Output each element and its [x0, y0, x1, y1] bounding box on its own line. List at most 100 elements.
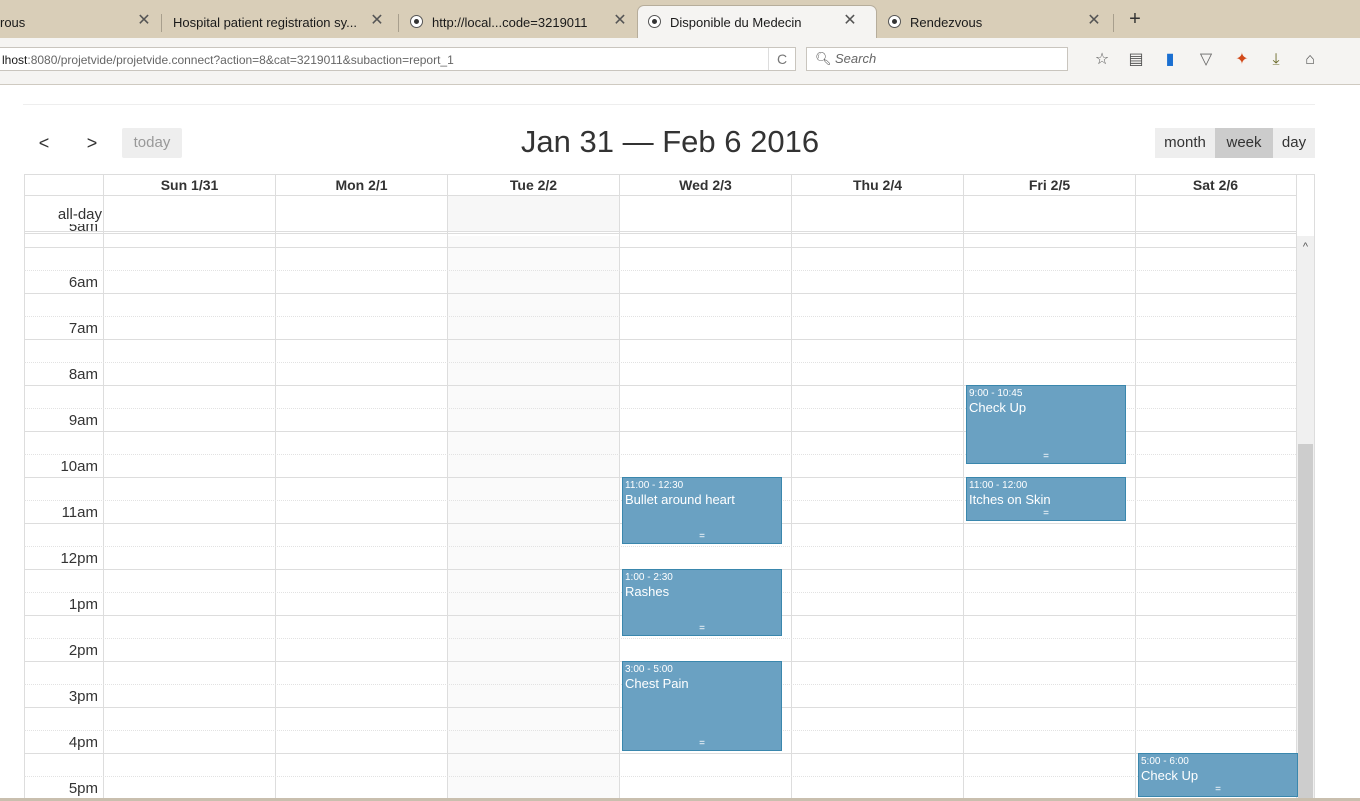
day-header: Thu 2/4	[852, 177, 902, 193]
browser-tab[interactable]: rous ✕	[0, 6, 162, 38]
event-title: Bullet around heart	[625, 492, 735, 507]
globe-icon	[648, 15, 661, 28]
event-time: 3:00 - 5:00	[625, 664, 673, 675]
tab-divider	[1113, 14, 1114, 32]
tab-divider	[398, 14, 399, 32]
resize-handle[interactable]: =	[967, 509, 1125, 519]
header-row-line	[24, 195, 1296, 196]
event-time: 11:00 - 12:00	[969, 480, 1028, 491]
tab-title: http://local...code=3219011	[432, 15, 588, 30]
resize-handle[interactable]: =	[967, 451, 1125, 462]
download-icon[interactable]: ⤓	[1266, 50, 1286, 70]
pocket-icon[interactable]: ▽	[1196, 50, 1216, 70]
reload-icon[interactable]: C	[768, 48, 795, 70]
search-input[interactable]: 🔍︎ Search	[806, 47, 1068, 71]
event-title: Itches on Skin	[969, 492, 1051, 507]
calendar-event[interactable]: 9:00 - 10:45 Check Up =	[966, 385, 1126, 464]
next-week-button[interactable]: >	[72, 128, 112, 158]
event-title: Rashes	[625, 584, 670, 599]
browser-nav-bar: lhost:8080/projetvide/projetvide.connect…	[0, 38, 1360, 85]
search-placeholder: Search	[835, 51, 877, 66]
allday-row-line	[24, 233, 1296, 234]
time-label: 9am	[68, 412, 98, 429]
half-hour-line	[24, 546, 1296, 548]
day-header: Mon 2/1	[335, 177, 388, 193]
tab-divider	[161, 14, 162, 32]
today-allday-cell[interactable]	[448, 196, 619, 231]
time-label: 7am	[68, 320, 98, 337]
half-hour-line	[24, 638, 1296, 640]
addon-icon[interactable]: ✦	[1232, 50, 1252, 70]
resize-handle[interactable]: =	[1139, 785, 1297, 795]
today-button[interactable]: today	[122, 128, 182, 158]
time-label: 10am	[60, 458, 98, 475]
browser-tab[interactable]: Rendezvous ✕	[880, 6, 1114, 38]
hour-line	[24, 247, 1296, 248]
day-header: Sat 2/6	[1192, 177, 1239, 193]
close-icon[interactable]: ✕	[369, 11, 385, 31]
resize-handle[interactable]: =	[623, 532, 781, 542]
event-time: 11:00 - 12:30	[625, 480, 684, 491]
resize-handle[interactable]: =	[623, 624, 781, 634]
half-hour-line	[24, 776, 1296, 778]
time-label: 2pm	[68, 642, 98, 659]
database-icon[interactable]: ▮	[1160, 50, 1180, 70]
tab-title: Hospital patient registration sy...	[173, 15, 358, 30]
tab-title: rous	[0, 15, 26, 30]
half-hour-line	[24, 362, 1296, 364]
browser-tab[interactable]: Hospital patient registration sy... ✕	[163, 6, 399, 38]
day-header: Fri 2/5	[1028, 177, 1071, 193]
time-label: 8am	[68, 366, 98, 383]
prev-week-button[interactable]: <	[26, 128, 62, 158]
month-view-button[interactable]: month	[1155, 128, 1215, 158]
close-icon[interactable]: ✕	[842, 11, 858, 31]
home-icon[interactable]: ⌂	[1300, 50, 1320, 70]
time-label: 1pm	[68, 596, 98, 613]
browser-tab[interactable]: http://local...code=3219011 ✕	[400, 6, 636, 38]
time-label: 3pm	[68, 688, 98, 705]
new-tab-button[interactable]: +	[1124, 8, 1146, 31]
day-header: Wed 2/3	[679, 177, 732, 193]
event-title: Check Up	[1141, 768, 1199, 783]
half-hour-line	[24, 316, 1296, 318]
close-icon[interactable]: ✕	[1086, 11, 1102, 31]
hour-line	[24, 753, 1296, 754]
day-view-button[interactable]: day	[1273, 128, 1315, 158]
browser-tab-active[interactable]: Disponible du Medecin ✕	[638, 6, 876, 38]
week-view-button[interactable]: week	[1215, 128, 1273, 158]
hour-line	[24, 293, 1296, 294]
close-icon[interactable]: ✕	[136, 11, 152, 31]
time-label: 11am	[61, 504, 98, 521]
time-label: 6am	[68, 274, 98, 291]
close-icon[interactable]: ✕	[612, 11, 628, 31]
day-header: Tue 2/2	[509, 177, 558, 193]
time-label: 12pm	[60, 550, 98, 567]
event-time: 5:00 - 6:00	[1141, 756, 1189, 767]
calendar-event[interactable]: 11:00 - 12:30 Bullet around heart =	[622, 477, 782, 544]
time-label: 4pm	[68, 734, 98, 751]
event-time: 9:00 - 10:45	[969, 388, 1023, 399]
calendar-event[interactable]: 5:00 - 6:00 Check Up =	[1138, 753, 1298, 797]
allday-row-line	[24, 231, 1296, 232]
reading-list-icon[interactable]: ▤	[1126, 50, 1146, 70]
calendar-event[interactable]: 11:00 - 12:00 Itches on Skin =	[966, 477, 1126, 521]
calendar-event[interactable]: 1:00 - 2:30 Rashes =	[622, 569, 782, 636]
star-icon[interactable]: ☆	[1092, 50, 1112, 70]
resize-handle[interactable]: =	[623, 739, 781, 749]
calendar-title: Jan 31 — Feb 6 2016	[520, 124, 820, 159]
tab-title: Rendezvous	[910, 15, 983, 30]
page-divider	[23, 104, 1315, 105]
address-bar[interactable]: lhost:8080/projetvide/projetvide.connect…	[0, 47, 796, 71]
url-host: lhost	[2, 53, 28, 67]
search-icon: 🔍︎	[815, 51, 832, 66]
event-title: Chest Pain	[625, 676, 689, 691]
half-hour-line	[24, 270, 1296, 272]
scrollbar-thumb[interactable]	[1298, 444, 1313, 801]
browser-tab-bar: rous ✕ Hospital patient registration sy.…	[0, 0, 1360, 38]
scroll-up-icon[interactable]: ^	[1297, 236, 1314, 256]
time-label: 5am	[68, 224, 98, 235]
calendar-event[interactable]: 3:00 - 5:00 Chest Pain =	[622, 661, 782, 751]
event-title: Check Up	[969, 400, 1027, 415]
url-path: :8080/projetvide/projetvide.connect?acti…	[27, 53, 454, 67]
tab-title: Disponible du Medecin	[670, 15, 802, 30]
